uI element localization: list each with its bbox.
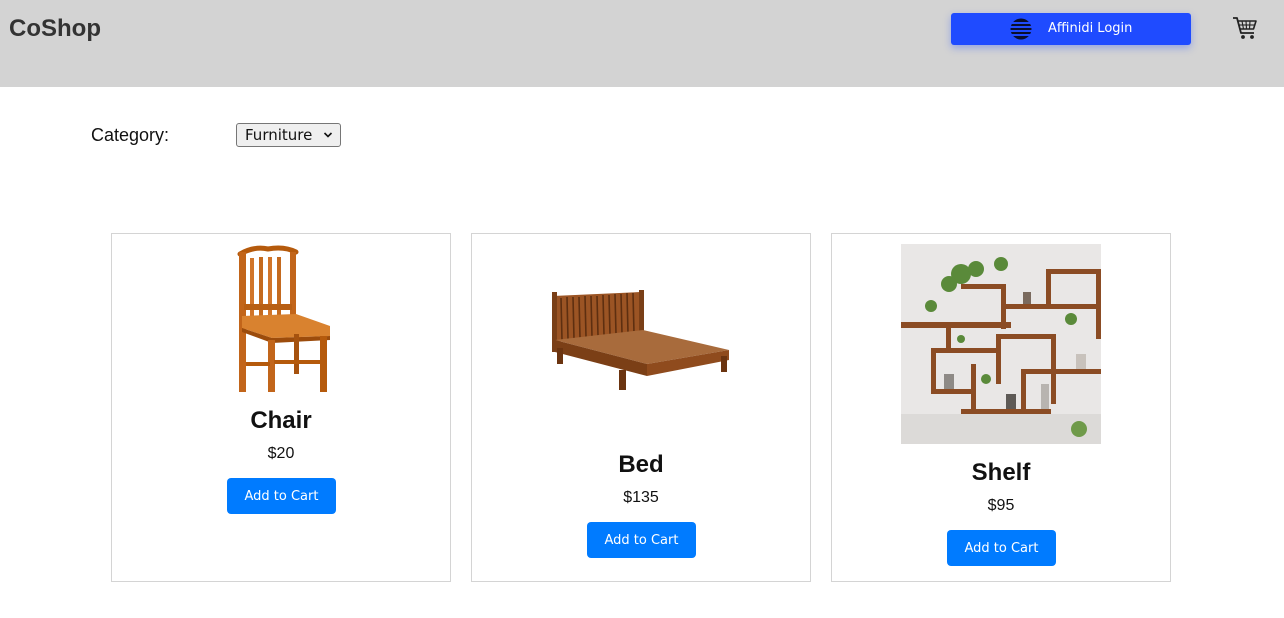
top-header: CoShop Affinidi Login [0, 0, 1284, 87]
product-price: $135 [623, 489, 659, 506]
wooden-chair-image [232, 244, 332, 394]
product-card: Bed $135 Add to Cart [471, 233, 811, 582]
category-label: Category: [91, 125, 170, 145]
add-to-cart-button[interactable]: Add to Cart [227, 478, 336, 514]
product-name: Chair [250, 407, 312, 434]
login-label: Affinidi Login [1048, 21, 1133, 36]
affinidi-login-button[interactable]: Affinidi Login [951, 13, 1191, 45]
category-selected-value: Furniture [245, 126, 313, 144]
product-name: Bed [618, 451, 664, 478]
affinidi-logo-icon [1008, 18, 1034, 40]
add-to-cart-button[interactable]: Add to Cart [947, 530, 1056, 566]
product-price: $20 [267, 445, 295, 462]
product-name: Shelf [971, 459, 1031, 486]
chevron-down-icon [323, 132, 333, 138]
wall-shelf-image [901, 244, 1101, 444]
product-price: $95 [987, 497, 1015, 514]
brand-logo[interactable]: CoShop [9, 15, 101, 43]
add-to-cart-button[interactable]: Add to Cart [587, 522, 696, 558]
product-card: Shelf $95 Add to Cart [831, 233, 1171, 582]
shopping-cart-icon[interactable] [1232, 15, 1258, 41]
category-select[interactable]: Furniture [236, 123, 341, 147]
wooden-bed-image [547, 286, 737, 398]
product-card: Chair $20 Add to Cart [111, 233, 451, 582]
